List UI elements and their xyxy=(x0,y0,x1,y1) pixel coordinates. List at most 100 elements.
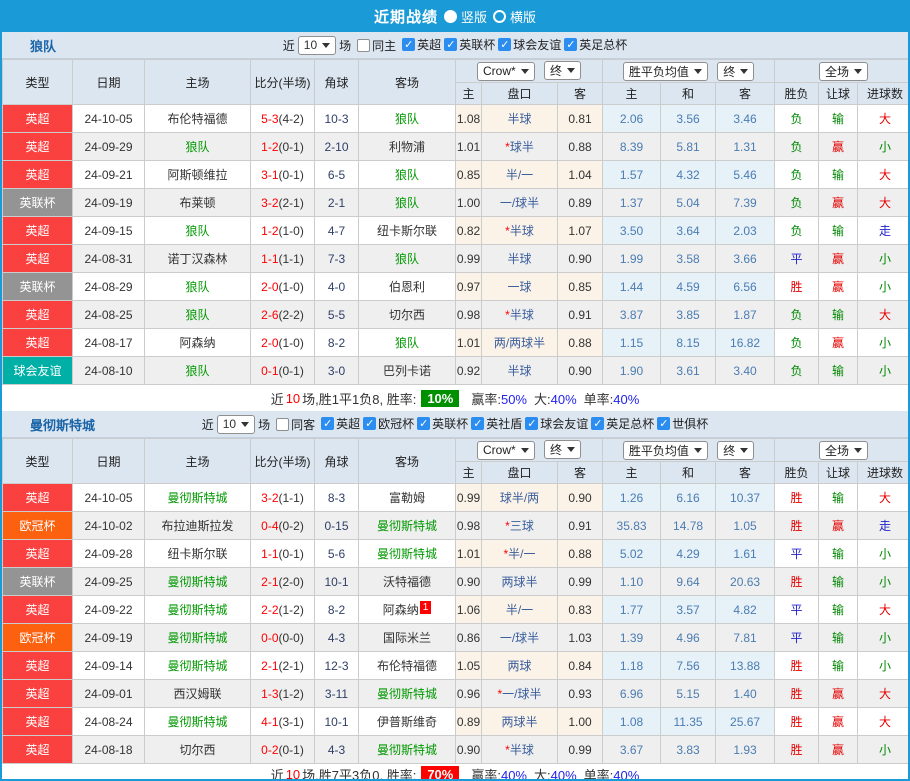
home-team[interactable]: 阿斯顿维拉 xyxy=(145,161,251,189)
checkbox-unchecked-icon[interactable] xyxy=(276,418,289,431)
checkbox-checked-icon[interactable] xyxy=(498,38,511,51)
league-filter-checkbox[interactable]: 英联杯 xyxy=(444,36,495,53)
league-filter-checkbox[interactable]: 英联杯 xyxy=(417,415,468,432)
away-team[interactable]: 利物浦 xyxy=(359,133,456,161)
match-date: 24-08-31 xyxy=(73,245,145,273)
away-team[interactable]: 狼队 xyxy=(359,161,456,189)
league-filter-checkbox[interactable]: 英社盾 xyxy=(471,415,522,432)
away-team[interactable]: 阿森纳1 xyxy=(359,596,456,624)
home-team[interactable]: 曼彻斯特城 xyxy=(145,708,251,736)
mean-odds-select[interactable]: 胜平负均值 xyxy=(623,62,708,81)
rate-stat: 赢率:50% xyxy=(471,392,527,407)
same-venue-checkbox[interactable]: 同主 xyxy=(357,37,396,54)
checkbox-checked-icon[interactable] xyxy=(657,417,670,430)
away-team[interactable]: 伯恩利 xyxy=(359,273,456,301)
mean-time-select[interactable]: 终 xyxy=(717,441,754,460)
away-team[interactable]: 纽卡斯尔联 xyxy=(359,217,456,245)
home-team[interactable]: 布莱顿 xyxy=(145,189,251,217)
home-team[interactable]: 曼彻斯特城 xyxy=(145,568,251,596)
league-filter-checkbox[interactable]: 英超 xyxy=(321,415,360,432)
away-team[interactable]: 富勒姆 xyxy=(359,484,456,512)
bookmaker-select[interactable]: Crow* xyxy=(477,441,535,460)
away-team[interactable]: 沃特福德 xyxy=(359,568,456,596)
away-team[interactable]: 狼队 xyxy=(359,329,456,357)
league-filter-checkbox[interactable]: 球会友谊 xyxy=(498,36,561,53)
away-team[interactable]: 伊普斯维奇 xyxy=(359,708,456,736)
checkbox-checked-icon[interactable] xyxy=(444,38,457,51)
home-team[interactable]: 诺丁汉森林 xyxy=(145,245,251,273)
league-filter-checkbox[interactable]: 球会友谊 xyxy=(525,415,588,432)
radio-selected-icon[interactable] xyxy=(444,10,457,23)
away-team[interactable]: 国际米兰 xyxy=(359,624,456,652)
home-team[interactable]: 西汉姆联 xyxy=(145,680,251,708)
checkbox-checked-icon[interactable] xyxy=(417,417,430,430)
home-team[interactable]: 阿森纳 xyxy=(145,329,251,357)
same-venue-checkbox[interactable]: 同客 xyxy=(276,416,315,433)
league-filter-checkbox[interactable]: 英足总杯 xyxy=(591,415,654,432)
league-filter-checkbox[interactable]: 世俱杯 xyxy=(657,415,708,432)
away-team[interactable]: 切尔西 xyxy=(359,301,456,329)
match-count-select[interactable]: 10 xyxy=(217,415,255,434)
checkbox-checked-icon[interactable] xyxy=(591,417,604,430)
home-team[interactable]: 布伦特福德 xyxy=(145,105,251,133)
away-team[interactable]: 曼彻斯特城 xyxy=(359,540,456,568)
mean-away-odds: 1.93 xyxy=(716,736,775,764)
home-team[interactable]: 切尔西 xyxy=(145,736,251,764)
away-team[interactable]: 曼彻斯特城 xyxy=(359,680,456,708)
home-team[interactable]: 狼队 xyxy=(145,133,251,161)
layout-option-horizontal[interactable]: 横版 xyxy=(493,7,536,26)
radio-unselected-icon[interactable] xyxy=(493,10,506,23)
checkbox-checked-icon[interactable] xyxy=(564,38,577,51)
away-team[interactable]: 狼队 xyxy=(359,245,456,273)
home-team[interactable]: 曼彻斯特城 xyxy=(145,652,251,680)
scope-select[interactable]: 全场 xyxy=(819,62,868,81)
match-date: 24-08-29 xyxy=(73,273,145,301)
handicap-line: *半球 xyxy=(482,217,558,245)
team-name[interactable]: 狼队 xyxy=(30,36,56,55)
league-filter-checkbox[interactable]: 英足总杯 xyxy=(564,36,627,53)
checkbox-checked-icon[interactable] xyxy=(471,417,484,430)
mean-away-odds: 4.82 xyxy=(716,596,775,624)
checkbox-checked-icon[interactable] xyxy=(321,417,334,430)
section-footer: 近10场,胜1平1负8, 胜率: 10% 赢率:50%大:40%单率:40% xyxy=(2,385,908,411)
match-row: 英超24-08-17阿森纳2-0(1-0)8-2狼队1.01两/两球半0.881… xyxy=(3,329,910,357)
checkbox-checked-icon[interactable] xyxy=(525,417,538,430)
rate-stat: 单率:40% xyxy=(584,392,640,407)
col-away: 客场 xyxy=(359,60,456,105)
star-marker: * xyxy=(505,140,510,154)
away-team[interactable]: 曼彻斯特城 xyxy=(359,512,456,540)
odds-home: 0.99 xyxy=(456,245,482,273)
odds-time-select[interactable]: 终 xyxy=(544,61,581,80)
home-team[interactable]: 曼彻斯特城 xyxy=(145,484,251,512)
away-team[interactable]: 曼彻斯特城 xyxy=(359,736,456,764)
team-name[interactable]: 曼彻斯特城 xyxy=(30,415,95,434)
section-header: 狼队 近 10 场 同主 英超英联杯球会友谊英足总杯 xyxy=(2,32,908,59)
scope-select[interactable]: 全场 xyxy=(819,441,868,460)
col-score: 比分(半场) xyxy=(251,439,315,484)
result-goals: 大 xyxy=(858,596,910,624)
league-type-badge: 英超 xyxy=(3,652,73,680)
home-team[interactable]: 狼队 xyxy=(145,357,251,385)
mean-time-select[interactable]: 终 xyxy=(717,62,754,81)
match-count-select[interactable]: 10 xyxy=(298,36,336,55)
home-team[interactable]: 曼彻斯特城 xyxy=(145,596,251,624)
away-team[interactable]: 巴列卡诺 xyxy=(359,357,456,385)
checkbox-checked-icon[interactable] xyxy=(402,38,415,51)
away-team[interactable]: 狼队 xyxy=(359,105,456,133)
checkbox-unchecked-icon[interactable] xyxy=(357,39,370,52)
home-team[interactable]: 狼队 xyxy=(145,273,251,301)
league-filter-checkbox[interactable]: 欧冠杯 xyxy=(363,415,414,432)
away-team[interactable]: 布伦特福德 xyxy=(359,652,456,680)
home-team[interactable]: 纽卡斯尔联 xyxy=(145,540,251,568)
away-team[interactable]: 狼队 xyxy=(359,189,456,217)
bookmaker-select[interactable]: Crow* xyxy=(477,62,535,81)
layout-option-vertical[interactable]: 竖版 xyxy=(444,7,487,26)
home-team[interactable]: 布拉迪斯拉发 xyxy=(145,512,251,540)
odds-time-select[interactable]: 终 xyxy=(544,440,581,459)
home-team[interactable]: 狼队 xyxy=(145,217,251,245)
league-filter-checkbox[interactable]: 英超 xyxy=(402,36,441,53)
checkbox-checked-icon[interactable] xyxy=(363,417,376,430)
mean-odds-select[interactable]: 胜平负均值 xyxy=(623,441,708,460)
home-team[interactable]: 曼彻斯特城 xyxy=(145,624,251,652)
home-team[interactable]: 狼队 xyxy=(145,301,251,329)
